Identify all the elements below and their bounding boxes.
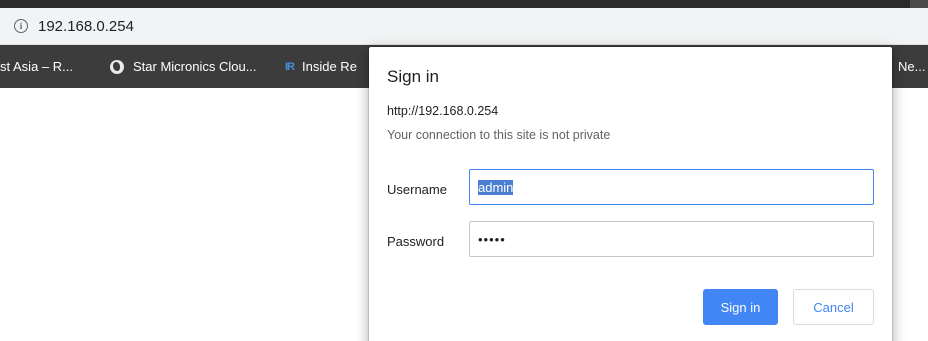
username-input[interactable] [469, 169, 874, 205]
bookmark-label: Ne... [898, 59, 926, 74]
password-input[interactable] [469, 221, 874, 257]
ir-logo-icon: IR [285, 60, 295, 73]
bookmark-item-asia[interactable]: st Asia – R... [0, 45, 73, 88]
username-label: Username [387, 182, 447, 197]
bookmark-label: Star Micronics Clou... [133, 59, 257, 74]
cancel-button[interactable]: Cancel [793, 289, 874, 325]
url-text[interactable]: 192.168.0.254 [38, 18, 134, 35]
window-top-strip [0, 0, 928, 8]
browser-window: i 192.168.0.254 st Asia – R... Star Micr… [0, 0, 928, 341]
info-icon[interactable]: i [14, 19, 28, 33]
bookmark-label: st Asia – R... [0, 59, 73, 74]
dialog-privacy-warning: Your connection to this site is not priv… [387, 128, 611, 142]
address-bar[interactable]: i 192.168.0.254 [0, 8, 928, 45]
globe-icon [110, 59, 124, 74]
password-label: Password [387, 234, 445, 249]
sign-in-dialog: Sign in http://192.168.0.254 Your connec… [369, 47, 892, 341]
dialog-origin-url: http://192.168.0.254 [387, 104, 499, 118]
bookmark-item-inside-re[interactable]: IR Inside Re [285, 45, 357, 88]
sign-in-button[interactable]: Sign in [703, 289, 778, 325]
bookmark-item-ne[interactable]: Ne... [898, 45, 925, 88]
window-top-strip-edge [910, 0, 928, 8]
dialog-title: Sign in [387, 67, 439, 86]
bookmark-label: Inside Re [302, 59, 357, 74]
bookmark-item-star-micronics[interactable]: Star Micronics Clou... [110, 45, 257, 88]
